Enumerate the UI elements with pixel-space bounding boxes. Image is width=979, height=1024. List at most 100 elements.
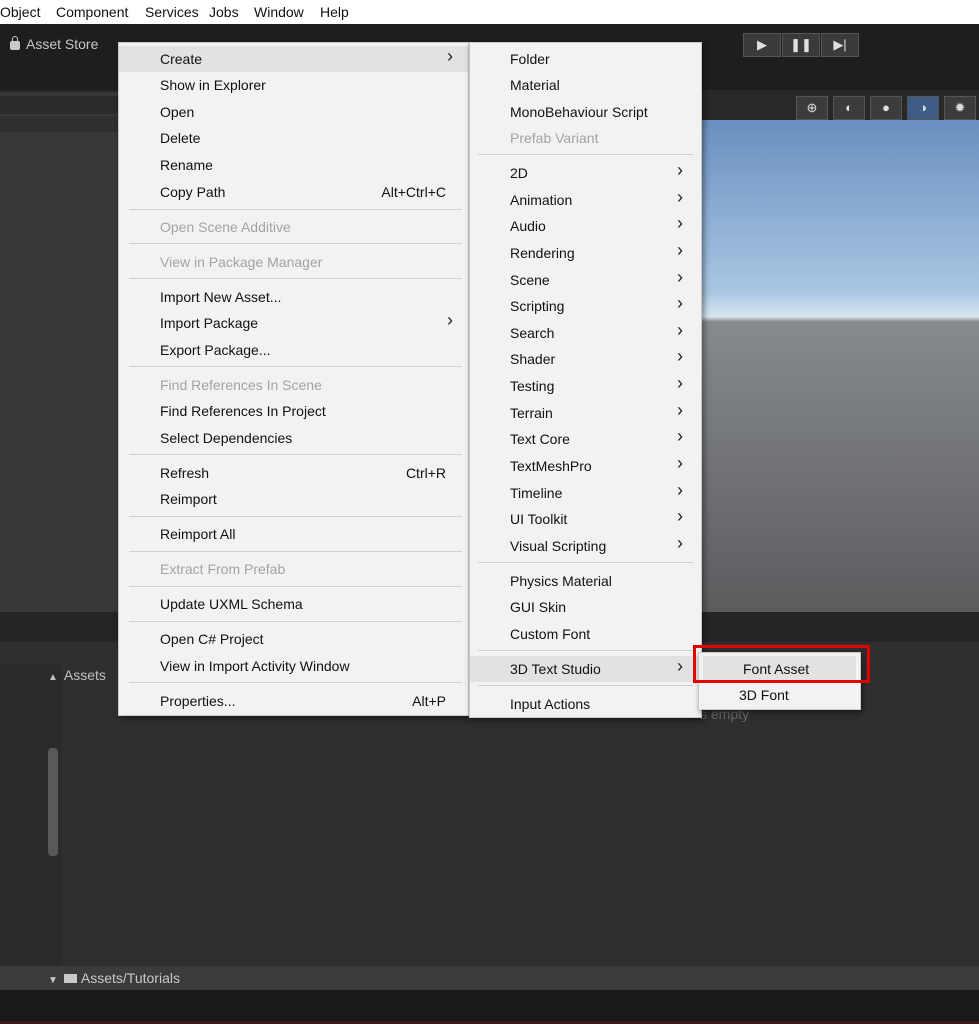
menu-item-monobehaviour-script[interactable]: MonoBehaviour Script — [470, 99, 701, 125]
chevron-right-icon: › — [447, 46, 453, 66]
chevron-right-icon: › — [677, 160, 683, 180]
menu-item-shader[interactable]: Shader › — [470, 346, 701, 372]
menu-item-label: View in Package Manager — [160, 254, 323, 270]
menu-item-2d[interactable]: 2D › — [470, 160, 701, 186]
menu-separator — [129, 621, 462, 622]
chevron-right-icon: › — [677, 346, 683, 366]
assets-header[interactable]: ▲ Assets — [48, 667, 106, 683]
chevron-right-icon: › — [677, 320, 683, 340]
scene-lit-icon[interactable]: ● — [870, 96, 902, 120]
menu-item-import-new-asset[interactable]: Import New Asset... — [119, 284, 468, 310]
menu-component[interactable]: Component — [56, 4, 128, 20]
menu-item-textmeshpro[interactable]: TextMeshPro › — [470, 453, 701, 479]
asset-store-button[interactable]: Asset Store — [10, 36, 98, 52]
menu-item-label: GUI Skin — [510, 599, 567, 615]
menu-item-terrain[interactable]: Terrain › — [470, 400, 701, 426]
menu-services[interactable]: Services — [145, 4, 199, 20]
menu-item-show-in-explorer[interactable]: Show in Explorer — [119, 72, 468, 98]
chevron-right-icon: › — [677, 267, 683, 287]
step-button[interactable]: ▶| — [821, 33, 859, 57]
menu-item-copy-path[interactable]: Copy Path Alt+Ctrl+C — [119, 179, 468, 205]
menu-item-scripting[interactable]: Scripting › — [470, 293, 701, 319]
scene-view[interactable] — [700, 120, 979, 612]
menu-separator — [129, 586, 462, 587]
menu-item-search[interactable]: Search › — [470, 320, 701, 346]
menu-item-reimport[interactable]: Reimport — [119, 486, 468, 512]
menu-item-rename[interactable]: Rename — [119, 152, 468, 178]
menu-item-label: Find References In Scene — [160, 377, 322, 393]
menu-item-visual-scripting[interactable]: Visual Scripting › — [470, 533, 701, 559]
folder-icon — [63, 974, 77, 983]
breadcrumb-path: Assets/Tutorials — [80, 970, 180, 986]
menu-item-label: Import New Asset... — [160, 289, 282, 305]
menu-item-properties[interactable]: Properties... Alt+P — [119, 688, 468, 714]
menu-item-physics-material[interactable]: Physics Material — [470, 568, 701, 594]
menu-item-label: Visual Scripting — [510, 538, 607, 554]
menu-item-open[interactable]: Open — [119, 99, 468, 125]
menu-item-3d-text-studio[interactable]: 3D Text Studio › — [470, 656, 701, 682]
menu-item-timeline[interactable]: Timeline › — [470, 480, 701, 506]
asset-store-label: Asset Store — [26, 36, 99, 52]
menu-separator — [478, 685, 693, 686]
menu-item-label: Open — [160, 104, 195, 120]
menu-item-custom-font[interactable]: Custom Font — [470, 621, 701, 647]
bag-icon — [10, 36, 20, 50]
menu-separator — [129, 682, 462, 683]
menu-item-label: Find References In Project — [160, 403, 326, 419]
menu-item-material[interactable]: Material — [470, 72, 701, 98]
menu-item-ui-toolkit[interactable]: UI Toolkit › — [470, 506, 701, 532]
menu-item-input-actions[interactable]: Input Actions — [470, 691, 701, 717]
menu-item-delete[interactable]: Delete — [119, 125, 468, 151]
context-menu: Create › Show in Explorer Open Delete Rename C… — [118, 42, 469, 716]
breadcrumb[interactable]: ▼ Assets/Tutorials — [48, 970, 180, 986]
menu-separator — [478, 650, 693, 651]
menu-separator — [129, 209, 462, 210]
menu-item-gui-skin[interactable]: GUI Skin — [470, 594, 701, 620]
menu-item-update-uxml-schema[interactable]: Update UXML Schema — [119, 591, 468, 617]
scrollbar[interactable] — [48, 748, 58, 856]
menu-item-label: Physics Material — [510, 573, 612, 589]
menu-item-folder[interactable]: Folder — [470, 46, 701, 72]
menu-item-label: Custom Font — [510, 626, 591, 642]
menu-item-label: Reimport All — [160, 526, 236, 542]
menu-item-export-package[interactable]: Export Package... — [119, 337, 468, 363]
menu-item-open-c-project[interactable]: Open C# Project — [119, 626, 468, 652]
menu-item-3d-font[interactable]: 3D Font — [699, 682, 860, 708]
menu-item-animation[interactable]: Animation › — [470, 187, 701, 213]
scene-fx-icon[interactable]: ✹ — [944, 96, 976, 120]
menu-item-view-in-package-manager: View in Package Manager — [119, 249, 468, 275]
menu-item-create[interactable]: Create › — [119, 46, 468, 72]
panel-tab-bar — [0, 96, 120, 114]
menu-item-open-scene-additive: Open Scene Additive — [119, 214, 468, 240]
menu-item-text-core[interactable]: Text Core › — [470, 426, 701, 452]
menu-window[interactable]: Window — [254, 4, 304, 20]
menu-item-select-dependencies[interactable]: Select Dependencies — [119, 425, 468, 451]
menu-object[interactable]: Object — [0, 4, 40, 20]
menu-item-label: Delete — [160, 130, 201, 146]
menu-item-label: Open Scene Additive — [160, 219, 291, 235]
pause-button[interactable]: ❚❚ — [782, 33, 820, 57]
menu-item-refresh[interactable]: Refresh Ctrl+R — [119, 460, 468, 486]
panel-search-bar — [0, 116, 120, 132]
menu-item-label: Text Core — [510, 431, 570, 447]
menu-item-import-package[interactable]: Import Package › — [119, 310, 468, 336]
menu-jobs[interactable]: Jobs — [209, 4, 239, 20]
menu-separator — [478, 154, 693, 155]
menu-item-find-references-in-project[interactable]: Find References In Project — [119, 398, 468, 424]
menu-item-testing[interactable]: Testing › — [470, 373, 701, 399]
scene-shading-icon[interactable]: ◐ — [833, 96, 865, 120]
menu-item-view-in-import-activity-window[interactable]: View in Import Activity Window — [119, 653, 468, 679]
menu-item-label: Create — [160, 51, 203, 67]
scene-gizmo-icon[interactable]: ⊕ — [796, 96, 828, 120]
menu-item-audio[interactable]: Audio › — [470, 213, 701, 239]
menu-bar: Object Component Services Jobs Window He… — [0, 0, 979, 24]
menu-item-label: Scene — [510, 272, 550, 288]
menu-separator — [478, 562, 693, 563]
menu-item-reimport-all[interactable]: Reimport All — [119, 521, 468, 547]
chevron-right-icon: › — [677, 656, 683, 676]
scene-mode-icon[interactable]: ◑ — [907, 96, 939, 120]
play-button[interactable]: ▶ — [743, 33, 781, 57]
menu-help[interactable]: Help — [320, 4, 349, 20]
menu-item-rendering[interactable]: Rendering › — [470, 240, 701, 266]
menu-item-scene[interactable]: Scene › — [470, 267, 701, 293]
